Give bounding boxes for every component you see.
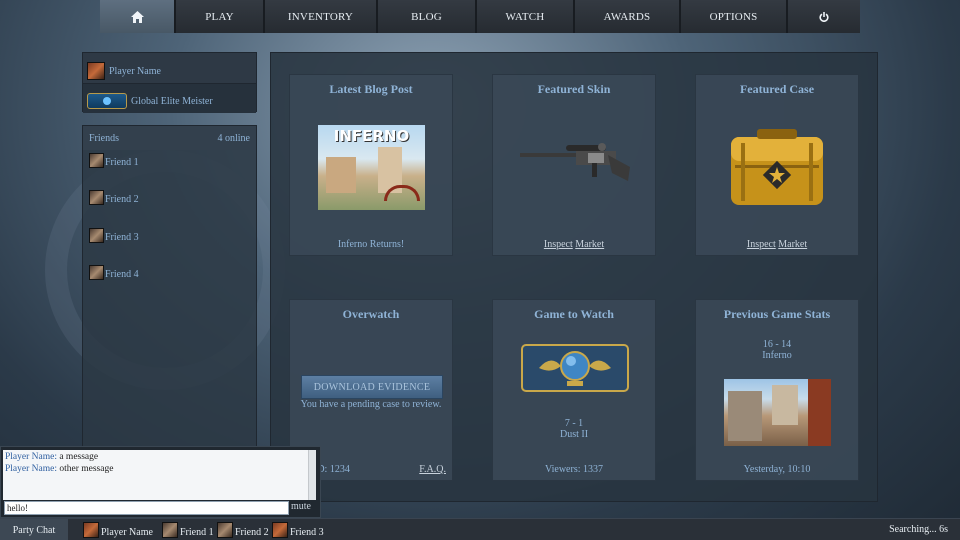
player-avatar: [87, 62, 105, 80]
overwatch-note: You have a pending case to review.: [300, 399, 442, 410]
watch-card: Game to Watch 7 - 1 Dust II Viewers: 133…: [492, 299, 656, 481]
case-market-link[interactable]: Market: [778, 239, 807, 250]
chat-message: Player Name: a message: [5, 452, 99, 462]
friend-name: Friend 1: [105, 157, 139, 168]
nav-play-button[interactable]: PLAY: [176, 0, 265, 33]
friend-item[interactable]: Friend 1: [89, 153, 139, 168]
chat-input[interactable]: [4, 501, 289, 515]
friend-name: Friend 2: [105, 194, 139, 205]
party-member-avatar: [83, 522, 99, 538]
global-elite-rank-icon[interactable]: [521, 344, 629, 392]
friend-name: Friend 4: [105, 269, 139, 280]
stats-card-title: Previous Game Stats: [723, 307, 831, 321]
friends-panel: Friends 4 online Friend 1 Friend 2 Frien…: [82, 125, 257, 450]
profile-rank-row: Global Elite Meister: [83, 83, 256, 113]
skin-inspect-link[interactable]: Inspect: [544, 239, 573, 250]
friend-item[interactable]: Friend 3: [89, 228, 139, 243]
case-card-title: Featured Case: [739, 82, 815, 96]
watch-card-title: Game to Watch: [534, 307, 614, 321]
stats-card: Previous Game Stats 16 - 14 Inferno Yest…: [695, 299, 859, 481]
rank-name: Global Elite Meister: [131, 95, 213, 107]
friend-avatar: [89, 228, 104, 243]
friend-avatar: [89, 153, 104, 168]
blog-caption: Inferno Returns!: [337, 239, 405, 250]
blog-card: Latest Blog Post INFERNO Inferno Returns…: [289, 74, 453, 256]
main-panel: Latest Blog Post INFERNO Inferno Returns…: [270, 52, 878, 502]
party-member[interactable]: Friend 2: [217, 522, 269, 538]
mute-button[interactable]: mute: [291, 501, 311, 512]
party-member-avatar: [162, 522, 178, 538]
stats-map: Inferno: [762, 350, 792, 361]
chat-scrollbar[interactable]: [308, 450, 316, 500]
bottom-bar: Party Chat Player Name Friend 1 Friend 2…: [0, 518, 960, 540]
case-card: Featured Case Inspect Market: [695, 74, 859, 256]
skin-card-title: Featured Skin: [537, 82, 611, 96]
party-chat-window: Player Name: a message Player Name: othe…: [0, 446, 321, 518]
stats-map-image: [724, 379, 831, 446]
friends-online-count: 4 online: [217, 132, 251, 144]
friend-avatar: [89, 265, 104, 280]
party-member-name: Friend 1: [180, 527, 214, 538]
nav-awards-button[interactable]: AWARDS: [575, 0, 681, 33]
party-member[interactable]: Friend 3: [272, 522, 324, 538]
matchmaking-status: Searching... 6s: [889, 524, 948, 535]
overwatch-card-title: Overwatch: [342, 307, 400, 321]
top-nav: PLAY INVENTORY BLOG WATCH AWARDS OPTIONS: [100, 0, 860, 33]
party-member-avatar: [272, 522, 288, 538]
power-icon: [819, 11, 829, 22]
nav-power-button[interactable]: [788, 0, 860, 33]
watch-viewers: Viewers: 1337: [545, 464, 603, 475]
party-member-avatar: [217, 522, 233, 538]
nav-blog-button[interactable]: BLOG: [378, 0, 477, 33]
friend-avatar: [89, 190, 104, 205]
rifle-skin-icon: [520, 143, 630, 181]
chat-log: Player Name: a message Player Name: othe…: [3, 450, 316, 500]
download-evidence-button[interactable]: DOWNLOAD EVIDENCE: [301, 375, 443, 399]
nav-watch-button[interactable]: WATCH: [477, 0, 575, 33]
player-name: Player Name: [109, 65, 161, 77]
friends-header: Friends 4 online: [83, 126, 256, 150]
watch-score: 7 - 1: [564, 418, 584, 429]
overwatch-faq-link[interactable]: F.A.Q.: [419, 464, 446, 475]
skin-card: Featured Skin Inspect Market: [492, 74, 656, 256]
friends-title: Friends: [89, 132, 119, 144]
party-member[interactable]: Player Name: [83, 522, 153, 538]
profile-box: Player Name Global Elite Meister: [82, 52, 257, 113]
blog-image-text: INFERNO: [333, 127, 410, 145]
party-member-name: Friend 3: [290, 527, 324, 538]
friend-item[interactable]: Friend 2: [89, 190, 139, 205]
blog-card-title: Latest Blog Post: [329, 82, 413, 96]
nav-inventory-button[interactable]: INVENTORY: [265, 0, 378, 33]
stats-score: 16 - 14: [762, 339, 792, 350]
friend-item[interactable]: Friend 4: [89, 265, 139, 280]
case-inspect-link[interactable]: Inspect: [747, 239, 776, 250]
profile-player-row[interactable]: Player Name: [83, 53, 256, 83]
rank-badge-icon: [87, 93, 127, 109]
skin-market-link[interactable]: Market: [575, 239, 604, 250]
friend-name: Friend 3: [105, 232, 139, 243]
chat-message: Player Name: other message: [5, 463, 114, 474]
watch-map: Dust II: [559, 429, 589, 440]
party-member-name: Friend 2: [235, 527, 269, 538]
party-member-name: Player Name: [101, 527, 153, 538]
party-member[interactable]: Friend 1: [162, 522, 214, 538]
nav-options-button[interactable]: OPTIONS: [681, 0, 788, 33]
party-chat-tab[interactable]: Party Chat: [0, 519, 68, 540]
nav-home-button[interactable]: [100, 0, 176, 33]
stats-time: Yesterday, 10:10: [743, 464, 811, 475]
weapon-case-icon: [731, 129, 823, 205]
blog-post-image[interactable]: INFERNO: [318, 125, 425, 210]
home-icon: [130, 10, 144, 23]
